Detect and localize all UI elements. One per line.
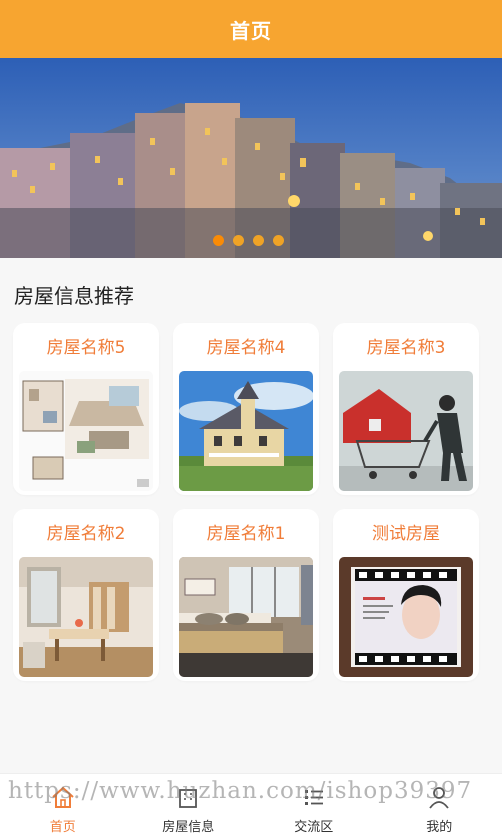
section-title: 房屋信息推荐 [14, 284, 134, 308]
house-card[interactable]: 房屋名称5 [13, 323, 159, 495]
house-name: 测试房屋 [372, 524, 440, 544]
top-header: 首页 [0, 0, 502, 58]
building-icon [179, 789, 198, 808]
house-image [339, 371, 473, 491]
tab-home[interactable]: 首页 [0, 774, 126, 840]
carousel-indicators [0, 235, 499, 246]
carousel-dot[interactable] [232, 235, 244, 246]
house-image [179, 371, 313, 491]
app-screen: 首页 房屋信息推荐 房屋名称5 房屋名称4 房屋名称3 房屋名称2 房屋名称1 … [0, 0, 502, 840]
tab-mine[interactable]: 我的 [377, 774, 502, 840]
tab-forum[interactable]: 交流区 [251, 774, 377, 840]
page-title: 首页 [230, 18, 272, 43]
house-card[interactable]: 房屋名称2 [13, 509, 159, 681]
house-card[interactable]: 房屋名称3 [333, 323, 479, 495]
house-image [339, 557, 473, 677]
carousel-dot[interactable] [252, 235, 264, 246]
house-name: 房屋名称1 [206, 524, 286, 544]
tab-label: 交流区 [294, 820, 334, 835]
home-icon [52, 786, 74, 808]
list-icon [304, 790, 323, 805]
bottom-tabbar: 首页 房屋信息 交流区 我的 [0, 773, 502, 840]
house-card[interactable]: 测试房屋 [333, 509, 479, 681]
tab-label: 首页 [49, 820, 76, 835]
tab-label: 房屋信息 [162, 820, 215, 835]
banner-image [0, 58, 502, 258]
house-grid: 房屋名称5 房屋名称4 房屋名称3 房屋名称2 房屋名称1 测试房屋 [13, 323, 491, 681]
house-image [19, 557, 153, 677]
house-card[interactable]: 房屋名称1 [173, 509, 319, 681]
banner-carousel[interactable] [0, 58, 502, 258]
house-name: 房屋名称5 [46, 338, 126, 358]
house-name: 房屋名称2 [46, 524, 126, 544]
house-image [19, 371, 153, 491]
house-name: 房屋名称4 [206, 338, 286, 358]
tab-house-info[interactable]: 房屋信息 [126, 774, 252, 840]
house-card[interactable]: 房屋名称4 [173, 323, 319, 495]
house-image [179, 557, 313, 677]
user-icon [429, 787, 449, 809]
carousel-dot[interactable] [212, 235, 224, 246]
house-name: 房屋名称3 [366, 338, 446, 358]
tab-label: 我的 [426, 820, 453, 835]
carousel-dot[interactable] [272, 235, 284, 246]
